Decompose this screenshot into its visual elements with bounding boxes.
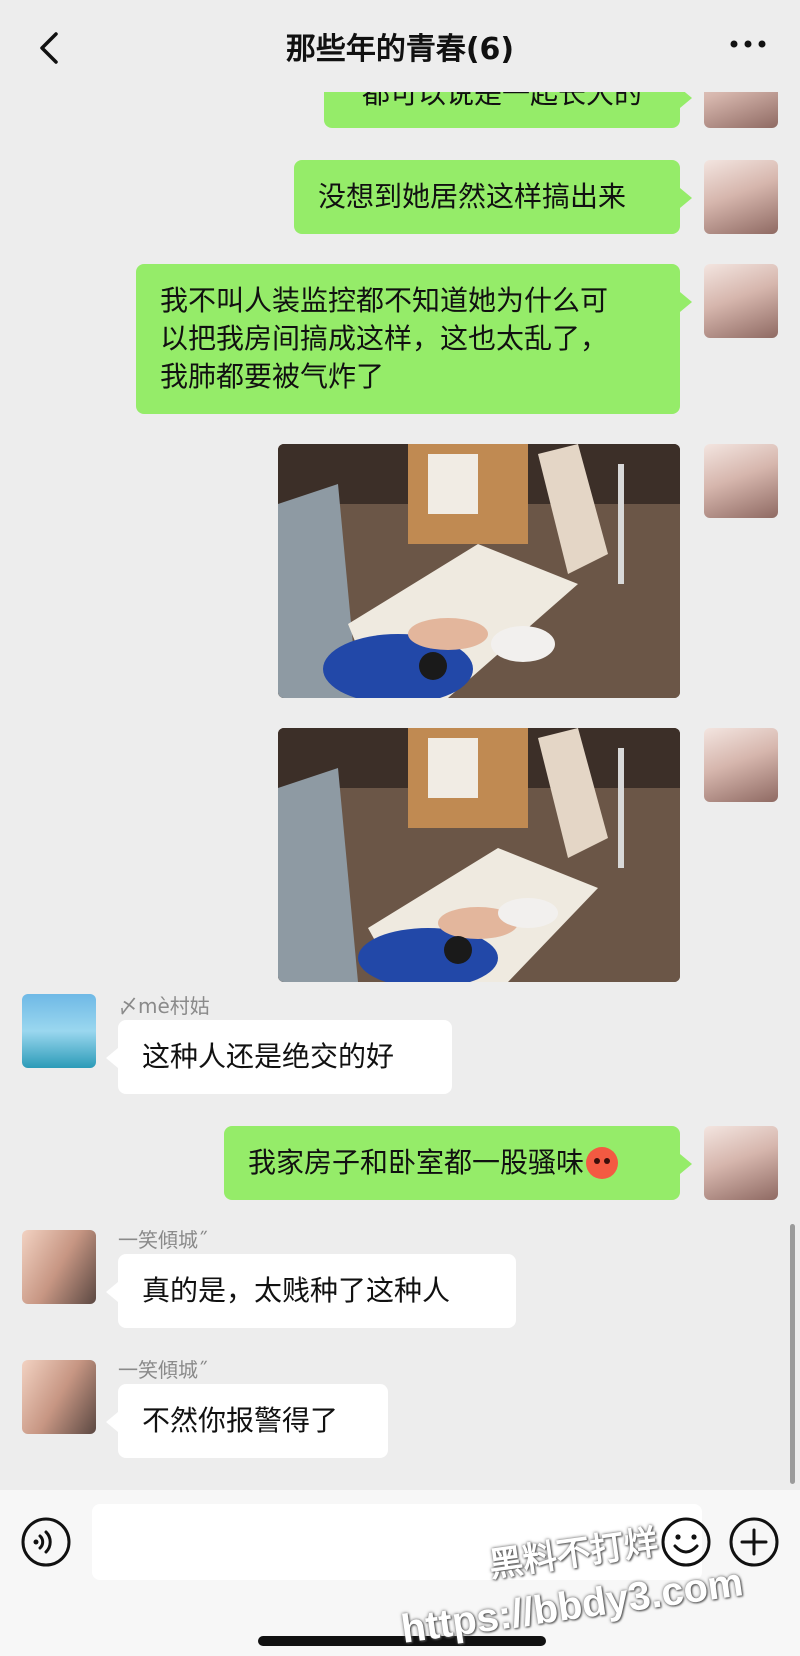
message-text: 不然你报警得了 <box>142 1404 339 1437</box>
message-text-line: 我不叫人装监控都不知道她为什么可 <box>160 284 609 317</box>
avatar[interactable] <box>704 1126 778 1200</box>
avatar[interactable] <box>22 994 96 1068</box>
message-bubble[interactable]: 不然你报警得了 <box>106 1384 388 1458</box>
sender-name: 〆mè村姑 <box>118 994 210 1018</box>
sender-name: 一笑傾城˝ <box>118 1358 208 1382</box>
avatar[interactable] <box>704 264 778 338</box>
avatar[interactable] <box>704 160 778 234</box>
avatar[interactable] <box>22 1230 96 1304</box>
message-text: 没想到她居然这样搞出来 <box>318 180 627 213</box>
message-bubble[interactable]: 这种人还是绝交的好 <box>106 1020 452 1094</box>
more-dots-icon[interactable] <box>728 34 768 54</box>
emoji-icon[interactable] <box>660 1516 712 1568</box>
message-bubble[interactable]: 没想到她居然这样搞出来 <box>294 160 692 234</box>
avatar[interactable] <box>22 1360 96 1434</box>
angry-face-icon <box>586 1147 619 1179</box>
message-bubble[interactable]: 我家房子和卧室都一股骚味 <box>224 1126 692 1200</box>
chat-title: 那些年的青春(6) <box>285 32 515 67</box>
sender-name: 一笑傾城˝ <box>118 1228 208 1252</box>
message-image[interactable] <box>278 444 680 698</box>
message-bubble[interactable]: 真的是，太贱种了这种人 <box>106 1254 516 1328</box>
avatar[interactable] <box>704 444 778 518</box>
message-image[interactable] <box>278 728 680 982</box>
chat-header: 那些年的青春(6) <box>0 0 800 92</box>
message-text: 我家房子和卧室都一股骚味 <box>248 1146 585 1179</box>
message-list[interactable]: 都可以说是一起长大的 没想到她居然这样搞出来 我不叫人装监控都不知道她为什么可 … <box>0 0 800 1490</box>
message-bubble[interactable]: 我不叫人装监控都不知道她为什么可 以把我房间搞成这样，这也太乱了， 我肺都要被气… <box>136 264 692 414</box>
message-text-line: 以把我房间搞成这样，这也太乱了， <box>160 322 609 355</box>
avatar[interactable] <box>704 728 778 802</box>
scrollbar[interactable] <box>790 1224 795 1484</box>
message-text: 真的是，太贱种了这种人 <box>142 1274 451 1307</box>
voice-icon[interactable] <box>20 1516 72 1568</box>
message-text-line: 我肺都要被气炸了 <box>160 360 385 393</box>
message-text: 这种人还是绝交的好 <box>142 1040 395 1073</box>
